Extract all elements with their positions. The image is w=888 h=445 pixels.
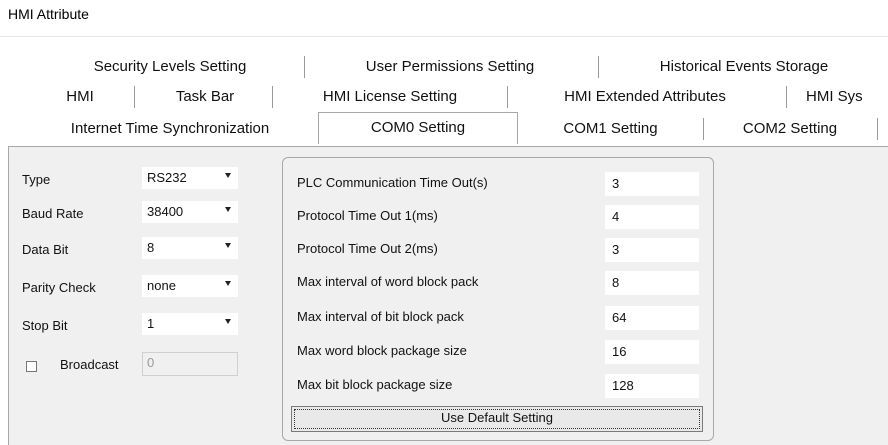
- tab-com0-setting[interactable]: COM0 Setting: [318, 112, 518, 144]
- baud-rate-value: 38400: [147, 204, 184, 219]
- value-field[interactable]: 3: [605, 172, 699, 196]
- broadcast-checkbox[interactable]: [26, 361, 37, 372]
- value-field[interactable]: 3: [605, 238, 699, 262]
- tab-separator: [272, 86, 273, 108]
- baud-rate-label: Baud Rate: [22, 206, 84, 221]
- tab-com2-setting[interactable]: COM2 Setting: [710, 116, 870, 142]
- type-select[interactable]: RS232: [142, 167, 238, 189]
- value-field[interactable]: 4: [605, 205, 699, 229]
- row-label: Max interval of bit block pack: [297, 309, 464, 324]
- value-field[interactable]: 64: [605, 306, 699, 330]
- focus-rect: [294, 409, 700, 429]
- type-label: Type: [22, 172, 51, 187]
- tab-hmi-extended-attributes[interactable]: HMI Extended Attributes: [520, 84, 770, 110]
- tab-separator: [703, 118, 704, 140]
- value-field[interactable]: 16: [605, 340, 699, 364]
- row-label: Max word block package size: [297, 343, 467, 358]
- broadcast-label: Broadcast: [60, 357, 119, 372]
- chevron-down-icon: [225, 281, 231, 286]
- chevron-down-icon: [225, 319, 231, 324]
- tab-separator: [304, 56, 305, 78]
- tab-separator: [598, 56, 599, 78]
- chevron-down-icon: [225, 173, 231, 178]
- data-bit-value: 8: [147, 240, 155, 255]
- chevron-down-icon: [225, 243, 231, 248]
- row-label: PLC Communication Time Out(s): [297, 175, 488, 190]
- parity-check-value: none: [147, 278, 176, 293]
- tab-separator: [134, 86, 135, 108]
- tab-security-levels-setting[interactable]: Security Levels Setting: [60, 54, 280, 80]
- row-label: Max bit block package size: [297, 377, 453, 392]
- data-bit-select[interactable]: 8: [142, 237, 238, 259]
- row-label: Max interval of word block pack: [297, 274, 479, 289]
- tab-separator: [877, 118, 878, 140]
- row-label: Protocol Time Out 1(ms): [297, 208, 438, 223]
- tab-user-permissions-setting[interactable]: User Permissions Setting: [320, 54, 580, 80]
- value-field[interactable]: 128: [605, 374, 699, 398]
- timeout-settings-group: PLC Communication Time Out(s) 3 Protocol…: [282, 157, 714, 441]
- data-bit-label: Data Bit: [22, 242, 69, 257]
- tab-separator: [507, 86, 508, 108]
- stop-bit-value: 1: [147, 316, 155, 331]
- use-default-setting-button[interactable]: Use Default Setting: [291, 406, 703, 432]
- stop-bit-select[interactable]: 1: [142, 313, 238, 335]
- tab-separator: [786, 86, 787, 108]
- tab-hmi-license-setting[interactable]: HMI License Setting: [290, 84, 490, 110]
- value-field[interactable]: 8: [605, 271, 699, 295]
- parity-check-select[interactable]: none: [142, 275, 238, 297]
- baud-rate-select[interactable]: 38400: [142, 201, 238, 223]
- tab-hmi[interactable]: HMI: [40, 84, 120, 110]
- broadcast-address-field: 0: [142, 352, 238, 376]
- stop-bit-label: Stop Bit: [22, 318, 68, 333]
- tab-com1-setting[interactable]: COM1 Setting: [528, 116, 693, 142]
- type-value: RS232: [147, 170, 187, 185]
- parity-check-label: Parity Check: [22, 280, 96, 295]
- window-title: HMI Attribute: [8, 6, 89, 22]
- row-label: Protocol Time Out 2(ms): [297, 241, 438, 256]
- tab-task-bar[interactable]: Task Bar: [150, 84, 260, 110]
- tab-hmi-sys[interactable]: HMI Sys: [806, 84, 888, 110]
- tab-historical-events-storage[interactable]: Historical Events Storage: [620, 54, 868, 80]
- title-divider: [0, 36, 888, 37]
- tab-internet-time-synchronization[interactable]: Internet Time Synchronization: [40, 116, 300, 142]
- chevron-down-icon: [225, 207, 231, 212]
